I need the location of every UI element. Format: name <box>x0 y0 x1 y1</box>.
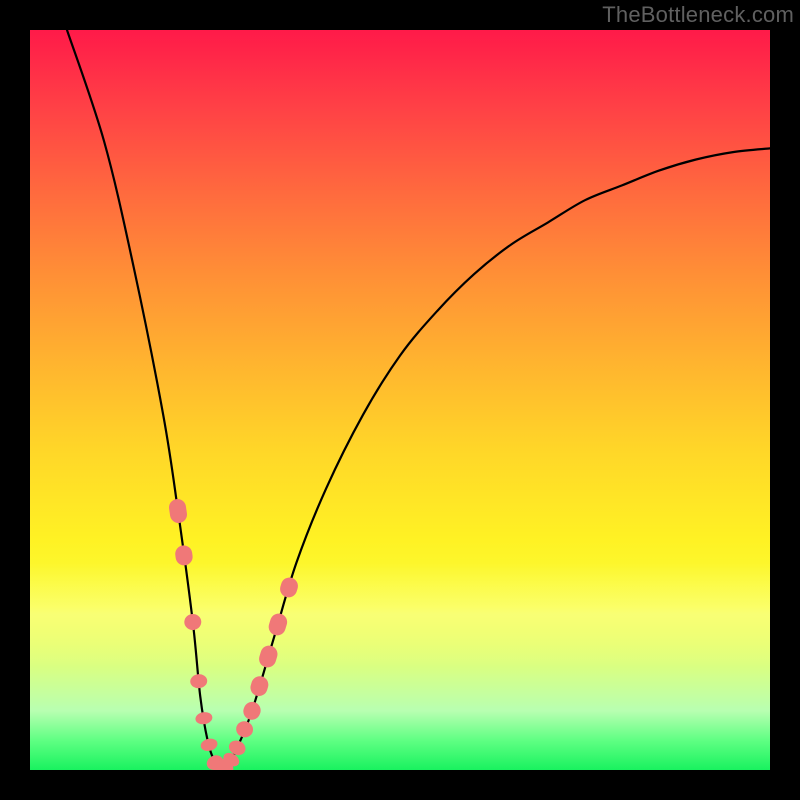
curve-marker <box>278 575 300 599</box>
curve-marker <box>199 737 218 753</box>
bottleneck-curve <box>67 30 770 770</box>
curve-marker <box>183 613 202 631</box>
chart-root: TheBottleneck.com <box>0 0 800 800</box>
marker-group <box>168 498 300 770</box>
chart-svg <box>30 30 770 770</box>
curve-marker <box>189 673 207 689</box>
curve-marker <box>241 700 263 723</box>
curve-marker <box>168 498 188 524</box>
curve-marker <box>248 674 270 698</box>
plot-area <box>30 30 770 770</box>
watermark-text: TheBottleneck.com <box>602 2 794 28</box>
curve-marker <box>234 719 256 740</box>
curve-marker <box>195 711 214 726</box>
curve-marker <box>257 644 280 670</box>
curve-marker <box>267 611 290 637</box>
curve-marker <box>174 544 193 566</box>
